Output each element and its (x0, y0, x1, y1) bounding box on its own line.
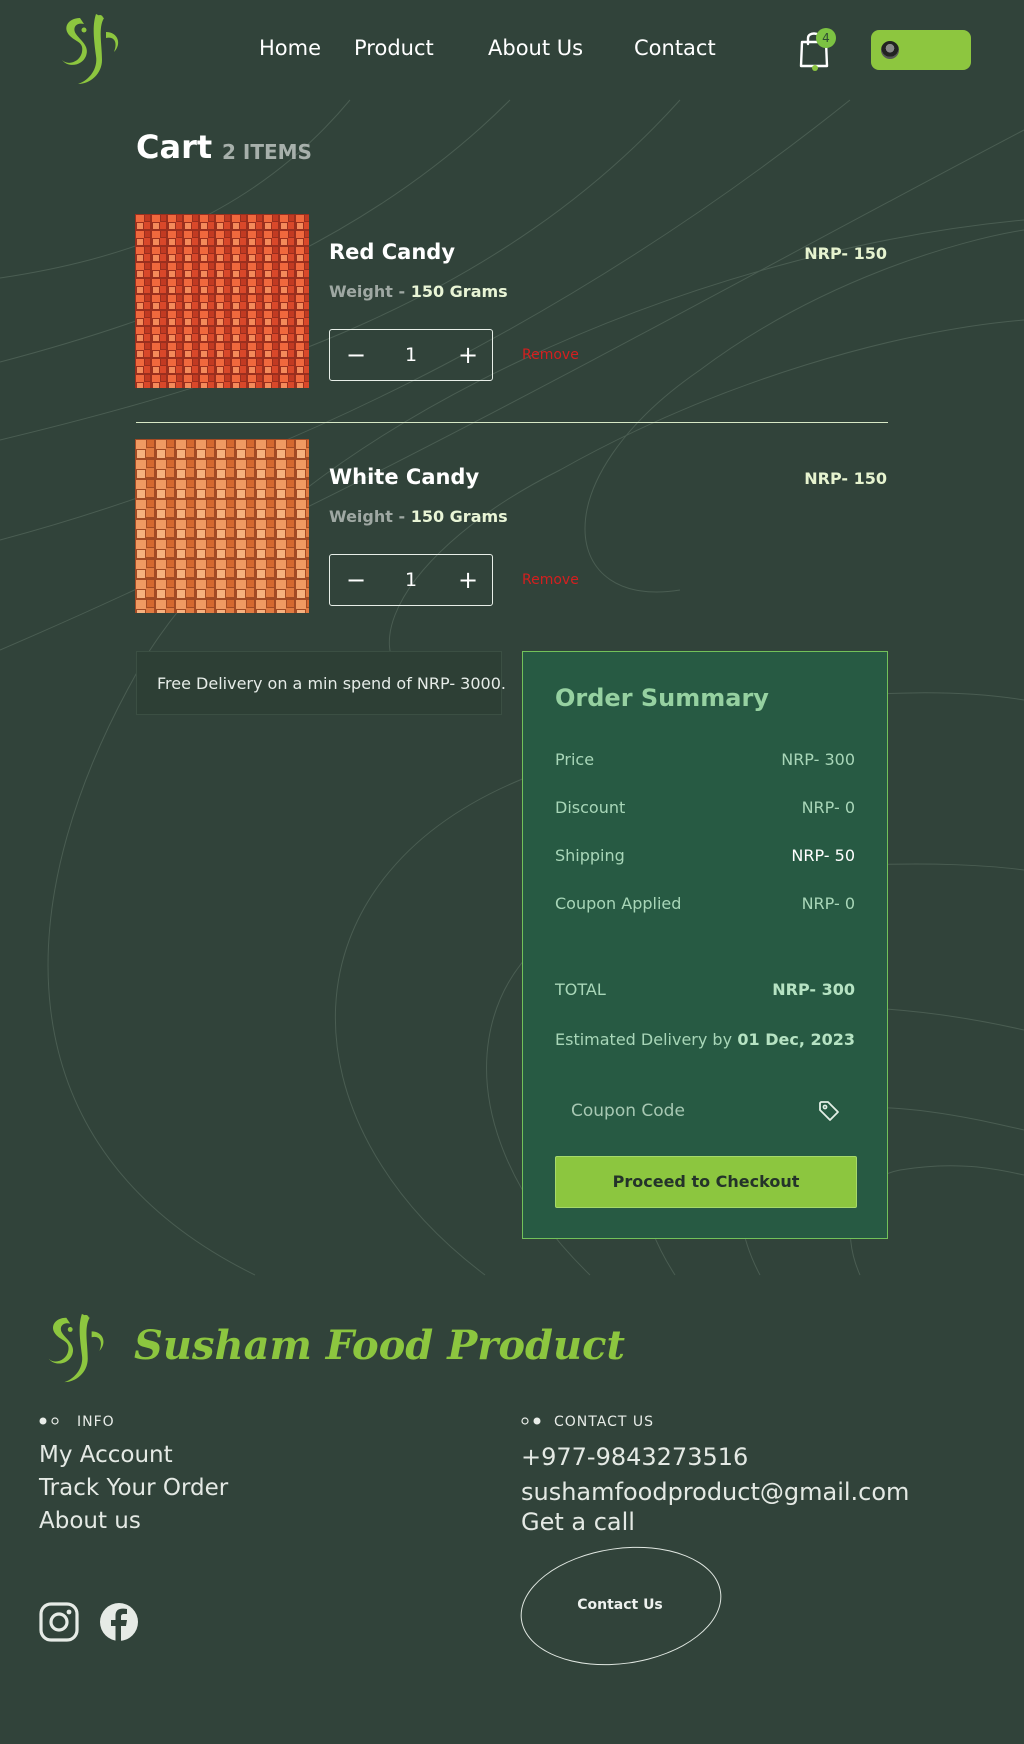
coupon-field (555, 1090, 857, 1132)
get-a-call-link[interactable]: Get a call (521, 1508, 635, 1536)
brand-name: Susham Food Product (134, 1322, 625, 1369)
summary-discount-label: Discount (555, 798, 626, 817)
summary-total-value: NRP- 300 (772, 980, 855, 999)
item-name: Red Candy (329, 240, 456, 264)
footer-logo-icon (48, 1313, 104, 1383)
proceed-to-checkout-button[interactable]: Proceed to Checkout (555, 1156, 857, 1208)
nav-contact[interactable]: Contact (634, 36, 716, 60)
summary-coupon-label: Coupon Applied (555, 894, 682, 913)
item-weight-value: 150 Grams (410, 507, 508, 526)
item-weight: Weight - 150 Grams (329, 282, 508, 301)
product-image-red-candy (135, 214, 309, 388)
estimated-delivery-label: Estimated Delivery by (555, 1030, 733, 1049)
quantity-value: 1 (404, 344, 418, 366)
decrease-quantity-button[interactable]: − (342, 341, 370, 369)
contact-heading: CONTACT US (554, 1414, 654, 1430)
item-weight-value: 150 Grams (410, 282, 508, 301)
facebook-icon[interactable] (99, 1602, 139, 1642)
footer-link-track-order[interactable]: Track Your Order (39, 1475, 228, 1501)
site-header: Home Product About Us Contact 4 (0, 0, 1024, 100)
coupon-code-input[interactable] (555, 1090, 857, 1132)
footer-link-about-us[interactable]: About us (39, 1508, 141, 1534)
decrease-quantity-button[interactable]: − (342, 566, 370, 594)
item-divider (136, 422, 888, 423)
remove-item-button[interactable]: Remove (522, 572, 579, 588)
summary-shipping-label: Shipping (555, 846, 625, 865)
item-price: NRP- 150 (804, 244, 887, 263)
cart-item: White Candy Weight - 150 Grams NRP- 150 … (135, 439, 887, 614)
nav-home[interactable]: Home (259, 36, 321, 60)
info-heading: INFO (77, 1414, 115, 1430)
summary-discount-value: NRP- 0 (801, 798, 855, 817)
summary-price-value: NRP- 300 (781, 750, 855, 769)
summary-shipping-value: NRP- 50 (791, 846, 855, 865)
summary-total-label: TOTAL (555, 980, 606, 999)
quantity-value: 1 (404, 569, 418, 591)
item-weight-label: Weight - (329, 282, 406, 301)
item-price: NRP- 150 (804, 469, 887, 488)
instagram-icon[interactable] (39, 1602, 79, 1642)
summary-price-label: Price (555, 750, 595, 769)
product-image-white-candy (135, 439, 309, 613)
cart-count-badge: 4 (816, 28, 836, 48)
quantity-stepper: − 1 + (329, 329, 493, 381)
free-delivery-text: Free Delivery on a min spend of NRP- 300… (157, 674, 506, 693)
free-delivery-notice: Free Delivery on a min spend of NRP- 300… (136, 651, 506, 715)
item-name: White Candy (329, 465, 480, 489)
contact-us-button[interactable]: Contact Us (560, 1597, 680, 1613)
item-weight: Weight - 150 Grams (329, 507, 508, 526)
summary-coupon-value: NRP- 0 (801, 894, 855, 913)
avatar (881, 41, 899, 59)
tag-icon[interactable] (817, 1099, 841, 1123)
cart-indicator-dot (812, 65, 818, 71)
increase-quantity-button[interactable]: + (454, 341, 482, 369)
cart-title: Cart (136, 128, 213, 166)
nav-about-us[interactable]: About Us (488, 36, 583, 60)
info-dots-icon (39, 1417, 59, 1425)
cart-item-count: 2 ITEMS (222, 140, 312, 164)
estimated-delivery-date: 01 Dec, 2023 (737, 1030, 855, 1049)
contact-dots-icon (521, 1417, 541, 1425)
remove-item-button[interactable]: Remove (522, 347, 579, 363)
quantity-stepper: − 1 + (329, 554, 493, 606)
contact-email[interactable]: sushamfoodproduct@gmail.com (521, 1478, 909, 1506)
contact-phone[interactable]: +977-9843273516 (521, 1443, 748, 1471)
footer-link-my-account[interactable]: My Account (39, 1442, 173, 1468)
cart-item: Red Candy Weight - 150 Grams NRP- 150 − … (135, 214, 887, 389)
increase-quantity-button[interactable]: + (454, 566, 482, 594)
brand-logo-icon[interactable] (56, 10, 128, 88)
order-summary-panel: Order Summary Price NRP- 300 Discount NR… (522, 651, 888, 1239)
nav-product[interactable]: Product (354, 36, 434, 60)
item-weight-label: Weight - (329, 507, 406, 526)
profile-button[interactable] (871, 30, 971, 70)
order-summary-title: Order Summary (555, 684, 769, 712)
